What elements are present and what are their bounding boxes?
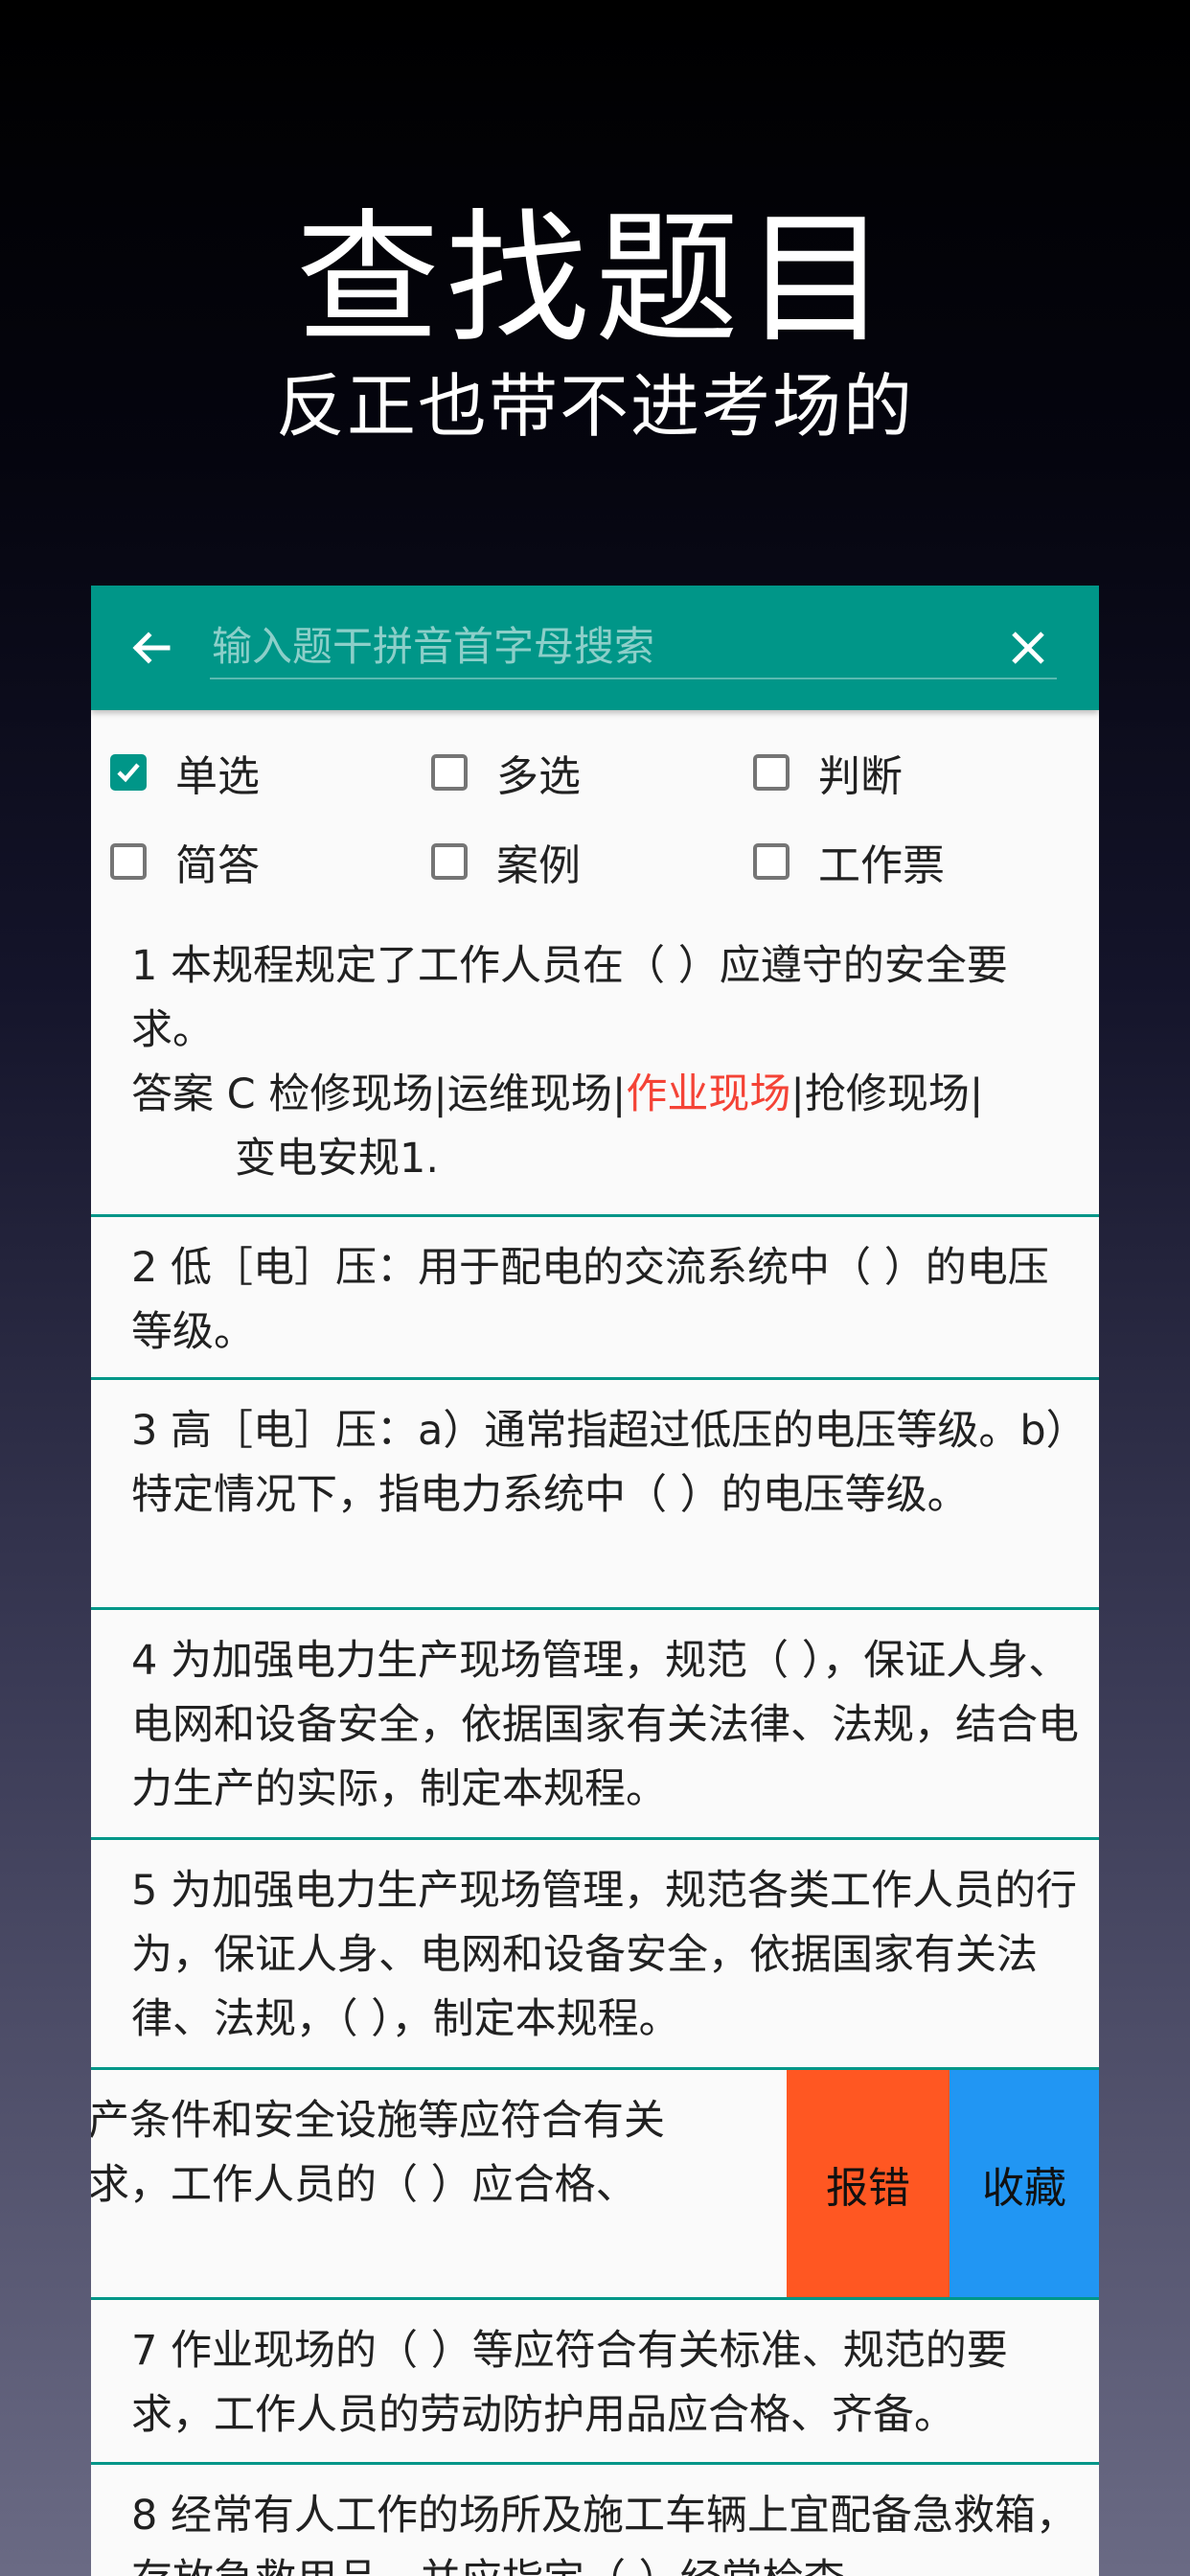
- promo-title: 查找题目: [295, 196, 894, 363]
- question-text: 3 高［电］压：a）通常指超过低压的电压等级。b）特定情况下，指电力系统中（ ）…: [131, 1407, 1067, 1519]
- checkbox-unchecked-icon[interactable]: [110, 843, 147, 880]
- filter-work-ticket[interactable]: 工作票: [753, 823, 945, 900]
- list-item[interactable]: 7 作业现场的（ ）等应符合有关标准、规范的要求，工作人员的劳动防护用品应合格、…: [91, 2300, 1099, 2465]
- checkbox-unchecked-icon[interactable]: [753, 754, 790, 791]
- filter-single-choice[interactable]: 单选: [110, 734, 260, 811]
- search-app-bar: [91, 586, 1099, 710]
- filter-label: 工作票: [818, 841, 945, 890]
- checkbox-unchecked-icon[interactable]: [431, 754, 468, 791]
- question-text: 8 经常有人工作的场所及施工车辆上宜配备急救箱，存放急救用品，并应指定（ ）经常…: [131, 2492, 1078, 2576]
- filter-short-answer[interactable]: 简答: [110, 823, 260, 900]
- question-text: 7 作业现场的（ ）等应符合有关标准、规范的要求，工作人员的劳动防护用品应合格、…: [131, 2327, 1008, 2439]
- question-text-line: 要求，工作人员的（ ）应合格、: [91, 2161, 637, 2209]
- filter-label: 判断: [818, 752, 903, 801]
- question-text: 5 为加强电力生产现场管理，规范各类工作人员的行为，保证人身、电网和设备安全，依…: [131, 1867, 1078, 2043]
- question-text-line: 生产条件和安全设施等应符合有关: [91, 2097, 665, 2145]
- question-text: 1 本规程规定了工作人员在（ ）应遵守的安全要求。: [131, 942, 1008, 1054]
- answer-source: 变电安规1.: [235, 1135, 440, 1183]
- list-item[interactable]: 4 为加强电力生产现场管理，规范（ ），保证人身、电网和设备安全，依据国家有关法…: [91, 1610, 1099, 1840]
- answer-highlight: 作业现场: [626, 1070, 791, 1118]
- question-type-filters: 单选 多选 判断 简答 案例 工作票: [91, 734, 1099, 926]
- checkbox-checked-icon[interactable]: [110, 754, 147, 791]
- report-error-button[interactable]: 报错: [787, 2070, 950, 2297]
- close-icon[interactable]: [1006, 626, 1050, 670]
- app-screen: 单选 多选 判断 简答 案例 工作票 1 本规程规定了工作人员在（ ）应遵守的安…: [91, 586, 1099, 2576]
- answer-prefix: 答案 C 检修现场|运维现场|: [131, 1070, 627, 1118]
- list-item-swiped[interactable]: 生产条件和安全设施等应符合有关 要求，工作人员的（ ）应合格、 报错 收藏: [91, 2070, 1099, 2300]
- promo-subtitle: 反正也带不进考场的: [275, 366, 914, 447]
- list-item[interactable]: 5 为加强电力生产现场管理，规范各类工作人员的行为，保证人身、电网和设备安全，依…: [91, 1840, 1099, 2070]
- favorite-button[interactable]: 收藏: [950, 2070, 1099, 2297]
- filter-label: 案例: [496, 841, 581, 890]
- filter-true-false[interactable]: 判断: [753, 734, 903, 811]
- answer-line: 答案 C 检修现场|运维现场|作业现场|抢修现场|: [131, 1063, 1080, 1127]
- checkbox-unchecked-icon[interactable]: [753, 843, 790, 880]
- question-text: 2 低［电］压：用于配电的交流系统中（ ）的电压等级。: [131, 1244, 1049, 1356]
- list-item[interactable]: 8 经常有人工作的场所及施工车辆上宜配备急救箱，存放急救用品，并应指定（ ）经常…: [91, 2465, 1099, 2576]
- answer-suffix: |抢修现场|: [790, 1070, 984, 1118]
- filter-case[interactable]: 案例: [431, 823, 581, 900]
- list-item[interactable]: 1 本规程规定了工作人员在（ ）应遵守的安全要求。 答案 C 检修现场|运维现场…: [91, 923, 1099, 1217]
- filter-label: 单选: [175, 752, 260, 801]
- filter-label: 多选: [496, 752, 581, 801]
- checkbox-unchecked-icon[interactable]: [431, 843, 468, 880]
- question-text: 4 为加强电力生产现场管理，规范（ ），保证人身、电网和设备安全，依据国家有关法…: [131, 1637, 1079, 1813]
- arrow-left-icon[interactable]: [127, 624, 175, 672]
- filter-multiple-choice[interactable]: 多选: [431, 734, 581, 811]
- list-item[interactable]: 3 高［电］压：a）通常指超过低压的电压等级。b）特定情况下，指电力系统中（ ）…: [91, 1380, 1099, 1610]
- list-item[interactable]: 2 低［电］压：用于配电的交流系统中（ ）的电压等级。: [91, 1217, 1099, 1380]
- search-input[interactable]: [210, 614, 1057, 679]
- filter-label: 简答: [175, 841, 260, 890]
